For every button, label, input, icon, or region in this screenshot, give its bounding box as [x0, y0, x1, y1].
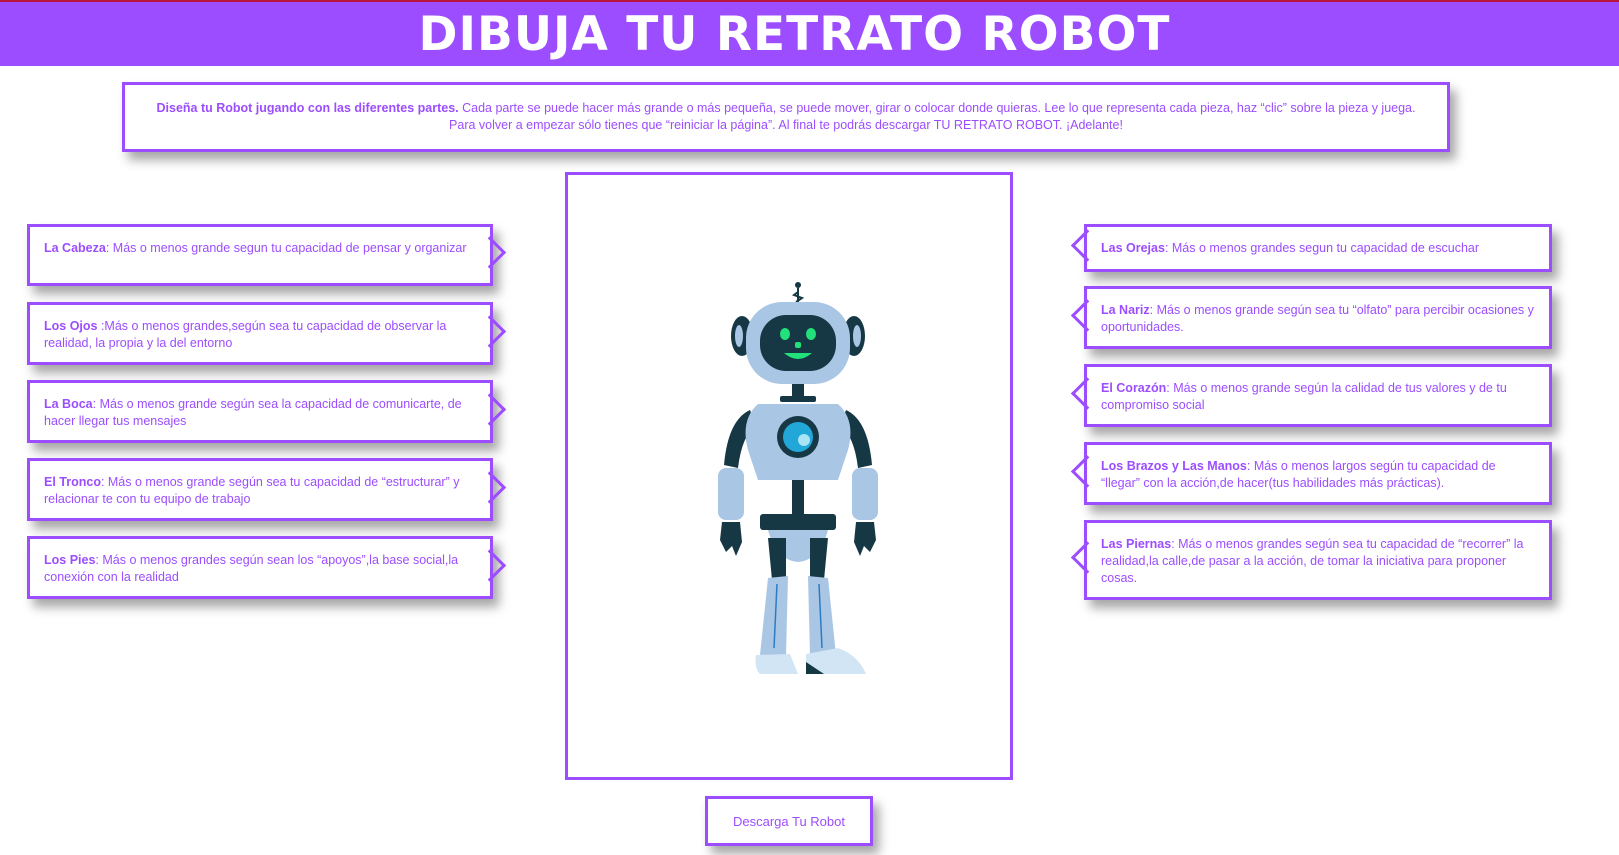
- card-desc: : Más o menos grande según sea la capaci…: [44, 397, 462, 428]
- card-title: Las Piernas: [1101, 537, 1172, 551]
- card-title: La Boca: [44, 397, 93, 411]
- robot-foot-left[interactable]: [755, 654, 799, 674]
- page-title: DIBUJA TU RETRATO ROBOT: [418, 6, 1171, 62]
- card-el-tronco[interactable]: El Tronco: Más o menos grande según sea …: [27, 458, 493, 521]
- card-desc: : Más o menos grande según sea tu capaci…: [44, 475, 460, 506]
- card-title: Las Orejas: [1101, 241, 1165, 255]
- download-robot-button[interactable]: Descarga Tu Robot: [705, 796, 873, 846]
- card-desc: : Más o menos grande según sea tu “olfat…: [1101, 303, 1534, 334]
- card-los-pies[interactable]: Los Pies: Más o menos grandes según sean…: [27, 536, 493, 599]
- card-desc: : Más o menos grande segun tu capacidad …: [105, 241, 467, 255]
- robot-eye-left[interactable]: [780, 328, 790, 340]
- card-title: Los Pies: [44, 553, 96, 567]
- card-los-brazos-y-las-manos[interactable]: Los Brazos y Las Manos: Más o menos larg…: [1084, 442, 1552, 505]
- card-las-piernas[interactable]: Las Piernas: Más o menos grandes según s…: [1084, 520, 1552, 600]
- intro-text: Diseña tu Robot jugando con las diferent…: [147, 100, 1425, 134]
- robot-hand-left[interactable]: [720, 522, 742, 556]
- robot-hand-right[interactable]: [854, 522, 876, 556]
- robot-eye-right[interactable]: [806, 328, 816, 340]
- card-la-nariz[interactable]: La Nariz: Más o menos grande según sea t…: [1084, 286, 1552, 349]
- page-header: DIBUJA TU RETRATO ROBOT: [0, 2, 1619, 66]
- robot-figure[interactable]: [698, 270, 898, 690]
- card-title: La Nariz: [1101, 303, 1150, 317]
- card-los-ojos[interactable]: Los Ojos :Más o menos grandes,según sea …: [27, 302, 493, 365]
- card-la-boca[interactable]: La Boca: Más o menos grande según sea la…: [27, 380, 493, 443]
- intro-body: Cada parte se puede hacer más grande o m…: [449, 101, 1416, 132]
- card-title: El Tronco: [44, 475, 101, 489]
- card-desc: : Más o menos grandes segun tu capacidad…: [1164, 241, 1480, 255]
- card-title: Los Brazos y Las Manos: [1101, 459, 1247, 473]
- card-la-cabeza[interactable]: La Cabeza: Más o menos grande segun tu c…: [27, 224, 493, 286]
- card-title: La Cabeza: [44, 241, 106, 255]
- card-el-corazon[interactable]: El Corazón: Más o menos grande según la …: [1084, 364, 1552, 427]
- card-desc: :Más o menos grandes,según sea tu capaci…: [44, 319, 447, 350]
- card-title: El Corazón: [1101, 381, 1167, 395]
- robot-canvas[interactable]: [565, 172, 1013, 780]
- intro-bold: Diseña tu Robot jugando con las diferent…: [156, 101, 459, 115]
- robot-nose[interactable]: [795, 342, 801, 348]
- card-desc: : Más o menos grandes según sean los “ap…: [44, 553, 459, 584]
- card-las-orejas[interactable]: Las Orejas: Más o menos grandes segun tu…: [1084, 224, 1552, 272]
- intro-box: Diseña tu Robot jugando con las diferent…: [122, 82, 1450, 152]
- card-title: Los Ojos: [44, 319, 98, 333]
